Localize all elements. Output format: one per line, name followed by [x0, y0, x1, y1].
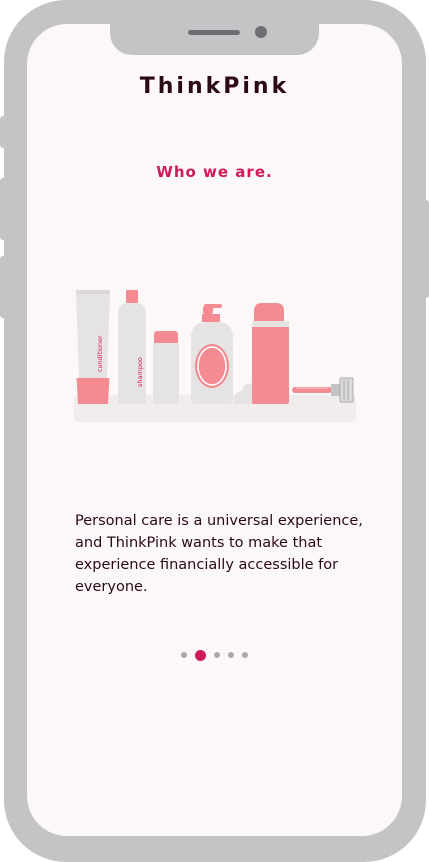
page-indicator	[27, 649, 402, 661]
app-title: ThinkPink	[139, 74, 290, 99]
side-button-mute	[0, 116, 8, 148]
page-dot-4[interactable]	[228, 652, 234, 658]
side-button-power	[423, 200, 429, 298]
shampoo-bottle: shampoo	[118, 290, 146, 404]
page-dot-5[interactable]	[242, 652, 248, 658]
shampoo-label: shampoo	[136, 357, 144, 387]
conditioner-label: conditioner	[96, 335, 104, 372]
page-dot-1[interactable]	[181, 652, 187, 658]
screen: ThinkPink Who we are. conditioner shampo…	[27, 24, 402, 836]
spray-can	[252, 303, 289, 404]
front-camera	[255, 26, 267, 38]
notch	[110, 24, 319, 55]
page-dot-3[interactable]	[214, 652, 220, 658]
soap-pump-bottle	[191, 304, 233, 404]
conditioner-tube: conditioner	[76, 290, 110, 404]
onboarding-description: Personal care is a universal experience,…	[75, 513, 363, 595]
page-dot-2-active[interactable]	[195, 649, 206, 661]
side-button-volume-down	[0, 256, 8, 318]
side-button-volume-up	[0, 178, 8, 240]
personal-care-illustration: conditioner shampoo	[74, 290, 356, 422]
onboarding-heading: Who we are.	[156, 163, 273, 181]
speaker-grille	[188, 30, 240, 35]
deodorant	[153, 331, 179, 404]
